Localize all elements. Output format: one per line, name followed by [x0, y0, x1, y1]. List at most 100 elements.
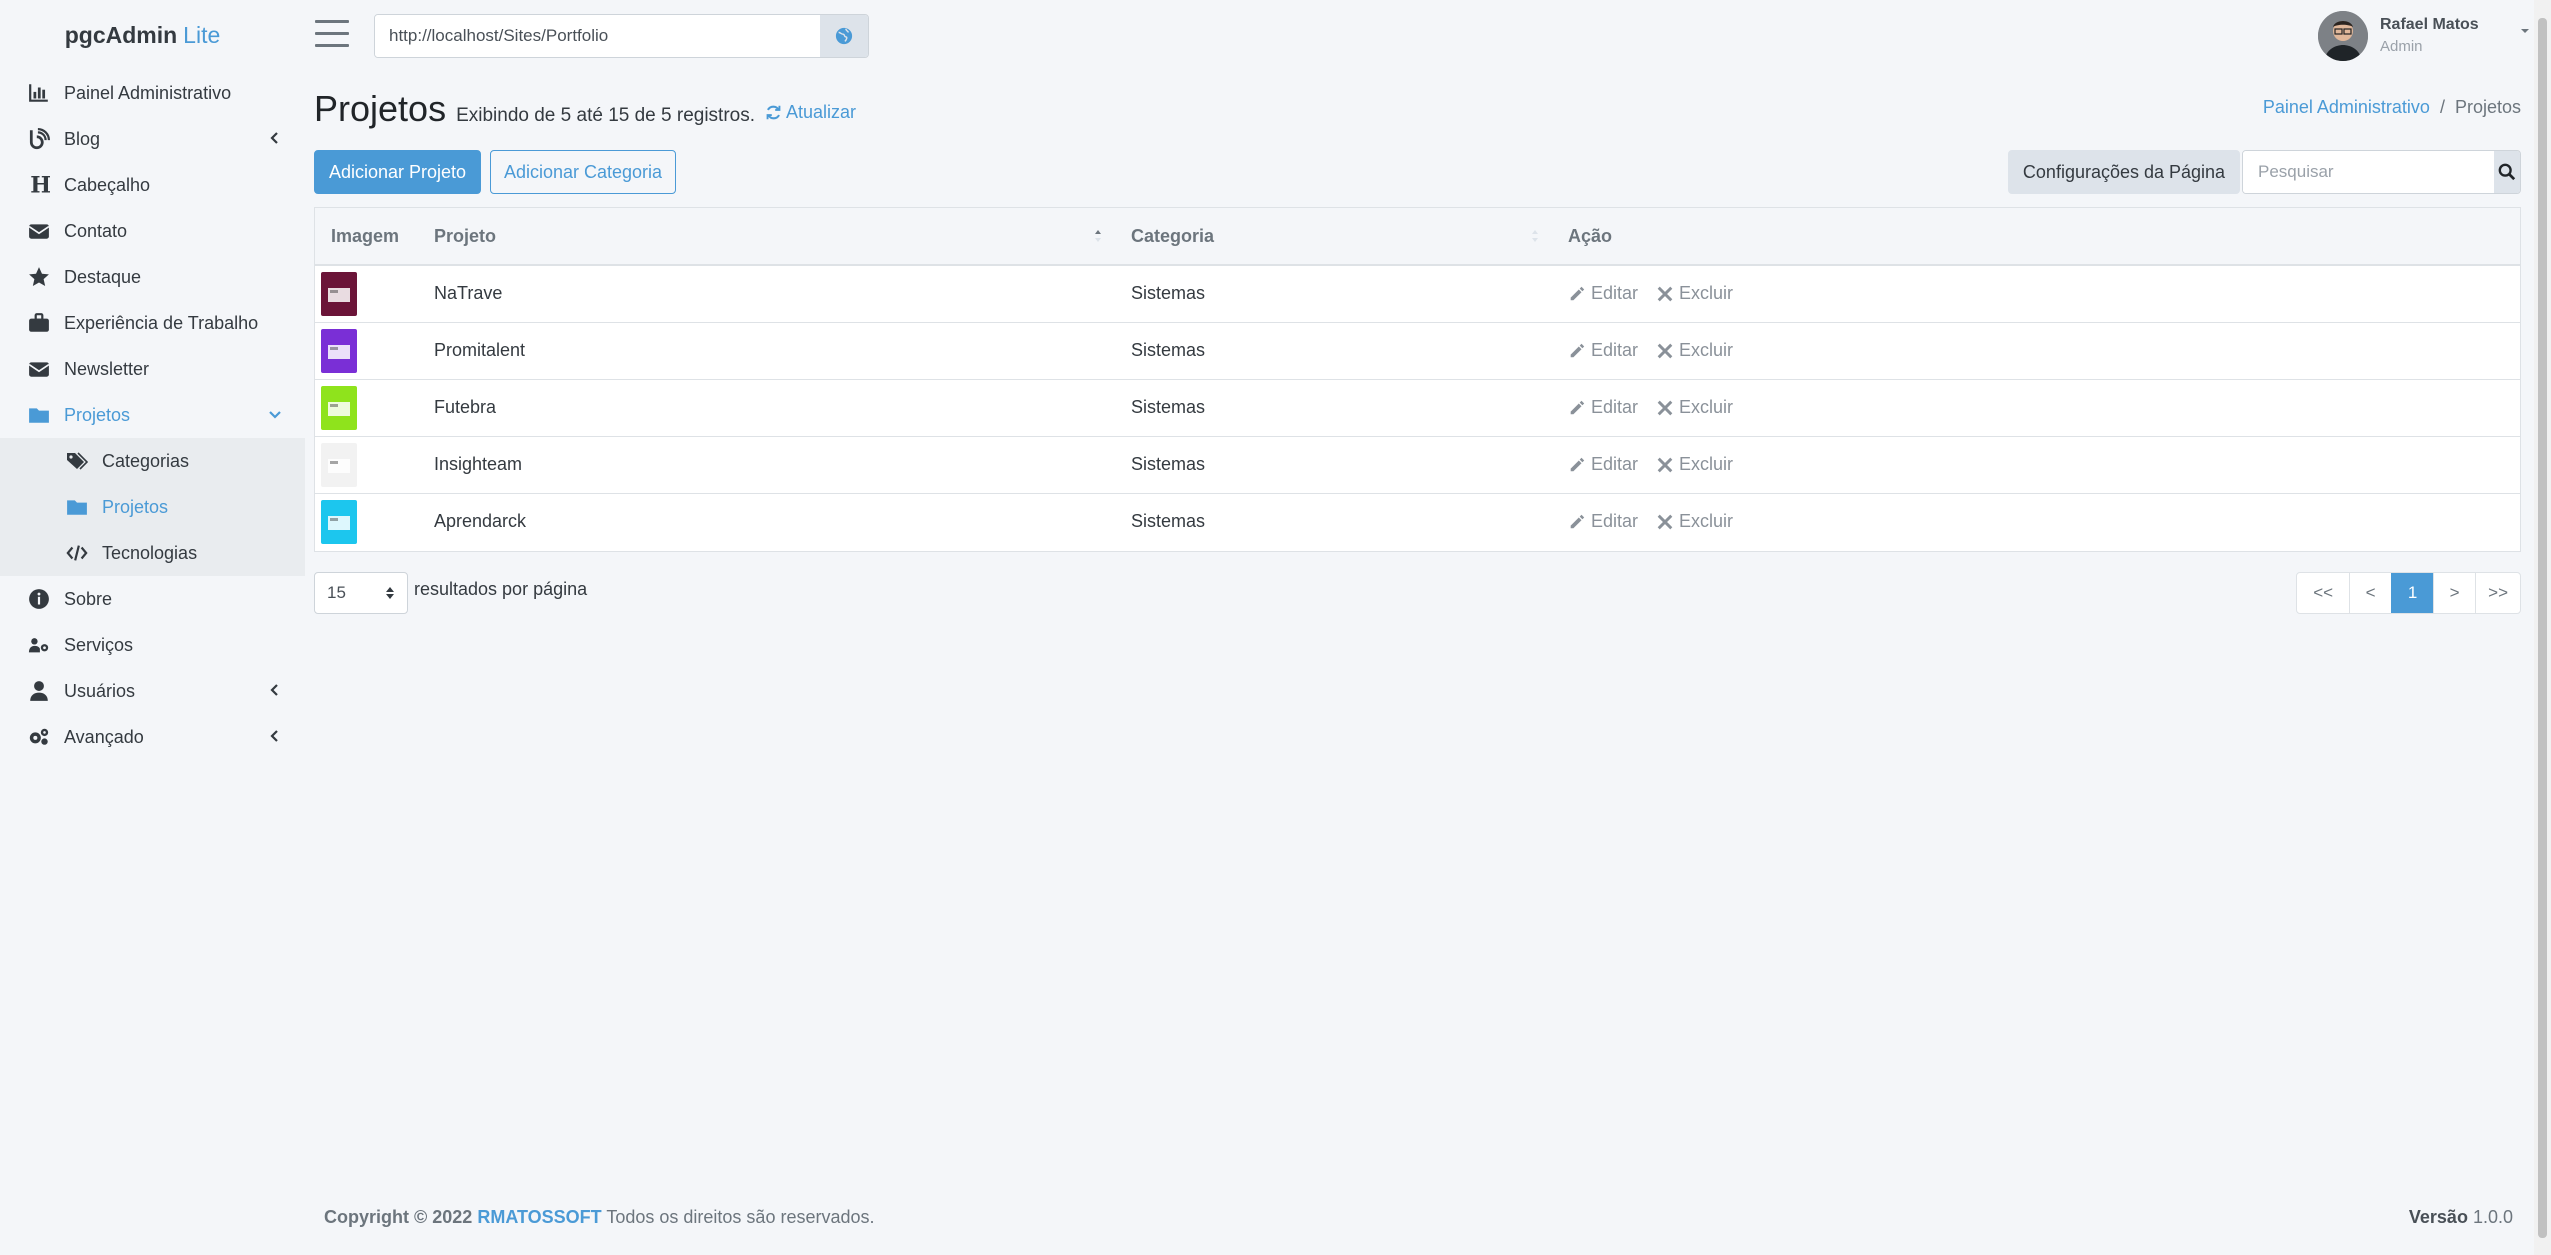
search-icon	[2498, 163, 2516, 181]
footer-copyright: Copyright © 2022 RMATOSSOFT Todos os dir…	[324, 1207, 875, 1228]
per-page-value: 15	[327, 583, 346, 602]
add-project-button[interactable]: Adicionar Projeto	[314, 150, 481, 194]
sidebar-item-experiencia[interactable]: Experiência de Trabalho	[0, 300, 305, 346]
delete-button[interactable]: Excluir	[1656, 454, 1733, 475]
sidebar-item-usuarios[interactable]: Usuários	[0, 668, 305, 714]
project-thumbnail[interactable]	[321, 271, 357, 316]
sidebar-item-painel[interactable]: Painel Administrativo	[0, 70, 305, 116]
delete-label: Excluir	[1679, 340, 1734, 360]
page-settings-button[interactable]: Configurações da Página	[2008, 150, 2240, 194]
table-row: NaTrave Sistemas Editar Excluir	[315, 264, 2520, 322]
chevron-down-icon	[269, 411, 281, 419]
column-header-label: Projeto	[434, 225, 497, 246]
sidebar-item-newsletter[interactable]: Newsletter	[0, 346, 305, 392]
page-title: Projetos	[314, 88, 447, 129]
delete-label: Excluir	[1679, 454, 1734, 474]
cell-project: Insighteam	[418, 435, 1115, 493]
scrollbar-thumb[interactable]	[2538, 18, 2547, 1238]
sidebar-item-servicos[interactable]: Serviços	[0, 622, 305, 668]
sidebar-item-sobre[interactable]: Sobre	[0, 576, 305, 622]
edit-button[interactable]: Editar	[1568, 340, 1638, 361]
pencil-icon	[1570, 343, 1585, 357]
page-button[interactable]: >	[2433, 573, 2475, 613]
sidebar-item-label: Painel Administrativo	[64, 82, 232, 103]
delete-button[interactable]: Excluir	[1656, 511, 1733, 532]
edit-button[interactable]: Editar	[1568, 511, 1638, 532]
company-link[interactable]: RMATOSSOFT	[477, 1207, 601, 1227]
sidebar-subitem-tecnologias[interactable]: Tecnologias	[0, 530, 305, 576]
sidebar-subitem-categorias[interactable]: Categorias	[0, 438, 305, 484]
column-header-acao: Ação	[1552, 208, 2520, 266]
sidebar-item-destaque[interactable]: Destaque	[0, 254, 305, 300]
close-icon	[1657, 514, 1673, 530]
refresh-icon	[766, 105, 781, 120]
edit-button[interactable]: Editar	[1568, 283, 1638, 304]
page-button[interactable]: >>	[2475, 573, 2520, 613]
page-button[interactable]: <	[2349, 573, 2391, 613]
code-icon	[64, 542, 90, 564]
cell-project: NaTrave	[418, 264, 1115, 322]
project-thumbnail[interactable]	[321, 328, 357, 373]
project-name: Insighteam	[434, 454, 523, 474]
delete-button[interactable]: Excluir	[1656, 283, 1733, 304]
sidebar-item-label: Sobre	[64, 588, 113, 609]
project-category: Sistemas	[1131, 511, 1206, 532]
refresh-link[interactable]: Atualizar	[765, 102, 856, 123]
page-button[interactable]: 1	[2391, 573, 2434, 613]
cogs-icon	[26, 726, 52, 748]
edit-button[interactable]: Editar	[1568, 397, 1638, 418]
per-page-select[interactable]: 15	[314, 572, 408, 614]
project-thumbnail[interactable]	[321, 385, 357, 430]
chart-icon	[26, 82, 52, 104]
column-header-categoria[interactable]: Categoria	[1115, 208, 1552, 266]
menu-toggle-button[interactable]	[315, 20, 349, 50]
pencil-icon	[1570, 400, 1585, 414]
search-button[interactable]	[2494, 151, 2520, 193]
sidebar-item-avancado[interactable]: Avançado	[0, 714, 305, 760]
edit-label: Editar	[1591, 511, 1639, 532]
sidebar-item-label: Newsletter	[64, 358, 150, 379]
sidebar-item-projetos[interactable]: Projetos	[0, 392, 305, 438]
column-header-projeto[interactable]: Projeto	[418, 208, 1115, 266]
url-input[interactable]	[375, 15, 820, 57]
sidebar-item-label: Projetos	[64, 404, 131, 425]
page-header: Projetos Exibindo de 5 até 15 de 5 regis…	[314, 88, 856, 130]
chevron-left-icon	[270, 730, 278, 742]
sidebar-subitem-projetos[interactable]: Projetos	[0, 484, 305, 530]
project-thumbnail[interactable]	[321, 499, 357, 544]
hamburger-icon-line	[315, 32, 349, 35]
scrollbar[interactable]	[2534, 0, 2551, 1255]
user-menu[interactable]: Rafael Matos Admin	[2318, 8, 2531, 64]
project-name: Futebra	[434, 397, 497, 417]
edit-label: Editar	[1591, 454, 1639, 474]
search-box	[2242, 150, 2521, 194]
url-field	[374, 14, 869, 58]
sidebar-item-label: Usuários	[64, 680, 136, 701]
refresh-label: Atualizar	[786, 102, 857, 122]
page-button[interactable]: <<	[2297, 573, 2349, 613]
sidebar-nav-bottom: Sobre Serviços Usuários Avançado	[0, 576, 305, 760]
project-name: Promitalent	[434, 340, 526, 360]
cell-category: Sistemas	[1115, 321, 1552, 379]
table-row: Promitalent Sistemas Editar Excluir	[315, 321, 2520, 379]
user-info: Rafael Matos Admin	[2380, 14, 2479, 58]
delete-button[interactable]: Excluir	[1656, 340, 1733, 361]
column-header-imagem[interactable]: Imagem	[315, 208, 418, 266]
delete-button[interactable]: Excluir	[1656, 397, 1733, 418]
globe-button[interactable]	[820, 15, 868, 57]
project-thumbnail[interactable]	[321, 442, 357, 487]
breadcrumb-link-painel[interactable]: Painel Administrativo	[2263, 97, 2430, 118]
cell-actions: Editar Excluir	[1552, 321, 2520, 379]
edit-button[interactable]: Editar	[1568, 454, 1638, 475]
copyright-text: Copyright © 2022	[324, 1207, 473, 1227]
search-input[interactable]	[2243, 151, 2494, 193]
sidebar-item-cabecalho[interactable]: H Cabeçalho	[0, 162, 305, 208]
sidebar-item-blog[interactable]: Blog	[0, 116, 305, 162]
projects-table: Imagem Projeto Categoria Ação NaTrave Si…	[314, 207, 2521, 552]
sidebar-item-contato[interactable]: Contato	[0, 208, 305, 254]
info-icon	[26, 588, 52, 610]
column-header-label: Imagem	[331, 225, 400, 246]
version-number: 1.0.0	[2472, 1207, 2513, 1227]
brand-logo[interactable]: pgcAdmin Lite	[0, 0, 305, 70]
add-category-button[interactable]: Adicionar Categoria	[490, 150, 676, 194]
